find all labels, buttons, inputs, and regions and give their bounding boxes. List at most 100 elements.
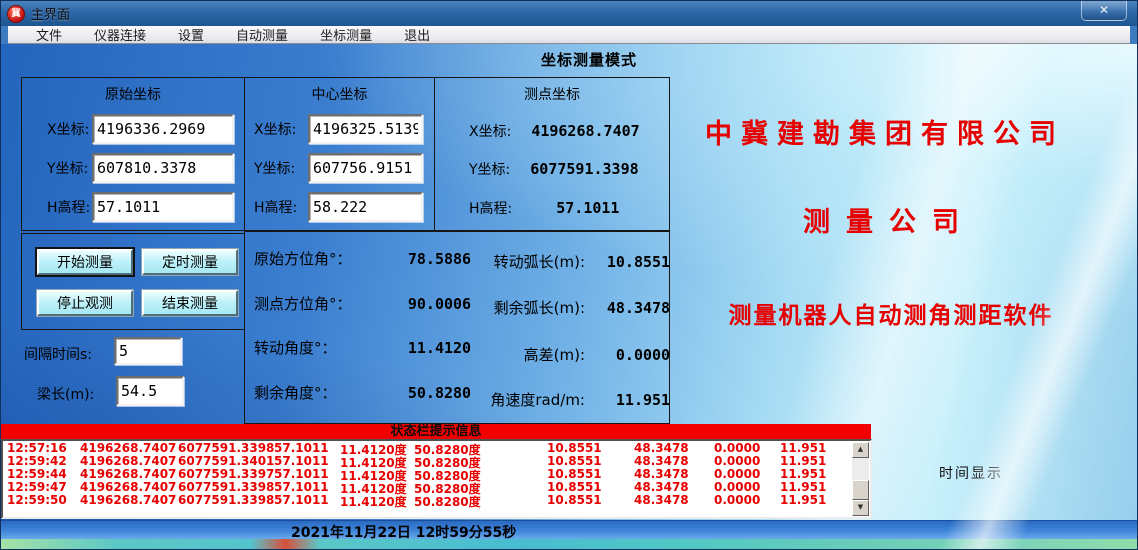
menu-bar: 文件 仪器连接 设置 自动测量 坐标测量 退出 [8, 26, 1130, 44]
beam-length-label: 梁长(m): [37, 384, 94, 404]
point-x-value: 4196268.7407 [531, 122, 639, 140]
point-h-value: 57.1011 [556, 199, 619, 217]
status-cell: 12:57:16 [7, 441, 80, 455]
status-cell: 11.4120度 [340, 493, 414, 510]
status-cell: 57.1011 [274, 493, 340, 507]
original-x-label: X坐标: [47, 119, 89, 139]
status-cell: 6077591.3397 [178, 467, 274, 481]
app-icon: 冀 [7, 5, 25, 23]
center-h-input[interactable] [308, 192, 423, 222]
status-cell: 0.0000 [714, 493, 780, 507]
date-bar: 2021年11月22日 12时59分55秒 [1, 520, 1138, 539]
menu-item-coord-measure[interactable]: 坐标测量 [320, 25, 372, 44]
original-y-label: Y坐标: [47, 158, 88, 178]
panel-title: 中心坐标 [245, 84, 434, 104]
status-cell: 12:59:44 [7, 467, 80, 481]
status-cell: 4196268.7407 [80, 441, 178, 455]
remaining-arc-label: 剩余弧长(m): [455, 297, 585, 318]
angles-panel: 原始方位角°： 78.5886 测点方位角°： 90.0006 转动角度°： 1… [244, 231, 670, 424]
status-cell: 10.8551 [547, 493, 634, 507]
menu-item-file[interactable]: 文件 [36, 25, 62, 44]
status-row[interactable]: 12:59:444196268.74076077591.339757.1011 1… [3, 467, 870, 480]
end-measure-button[interactable]: 结束测量 [142, 290, 238, 316]
menu-item-settings[interactable]: 设置 [178, 25, 204, 44]
status-cell: 57.1011 [274, 454, 340, 468]
point-h-label: H高程: [469, 198, 512, 218]
rotation-arc-value: 10.8551 [590, 253, 670, 271]
center-y-input[interactable] [308, 153, 423, 183]
center-h-label: H高程: [254, 197, 297, 217]
window-title: 主界面 [31, 4, 70, 23]
client-area: 坐标测量模式 原始坐标 X坐标: Y坐标: H高程: 中心坐标 X坐标: [1, 44, 1138, 550]
center-x-input[interactable] [308, 114, 423, 144]
status-cell: 4196268.7407 [80, 467, 178, 481]
status-cell: 12:59:50 [7, 493, 80, 507]
status-cell: 0.0000 [714, 441, 780, 455]
status-cell: 57.1011 [274, 467, 340, 481]
point-x-label: X坐标: [469, 121, 511, 141]
status-row[interactable]: 12:59:424196268.74076077591.340157.10111… [3, 454, 870, 467]
status-cell: 48.3478 [634, 493, 714, 507]
status-cell: 6077591.3398 [178, 480, 274, 494]
status-row[interactable]: 12:59:504196268.74076077591.339857.10111… [3, 493, 870, 506]
status-cell: 10.8551 [547, 467, 634, 481]
status-cell: 11.951 [780, 493, 835, 507]
center-coords-panel: 中心坐标 X坐标: Y坐标: H高程: [244, 77, 435, 231]
height-diff-label: 高差(m): [455, 344, 585, 365]
angular-speed-value: 11.951 [590, 391, 670, 409]
menu-item-instrument-connect[interactable]: 仪器连接 [94, 25, 146, 44]
measure-buttons-group: 开始测量 定时测量 停止观测 结束测量 [21, 233, 245, 330]
beam-length-input[interactable] [116, 376, 184, 406]
close-button[interactable]: ✕ [1081, 1, 1127, 21]
status-cell: 57.1011 [274, 441, 340, 455]
status-cell: 11.951 [780, 467, 835, 481]
status-cell: 48.3478 [634, 454, 714, 468]
status-cell: 11.951 [780, 480, 835, 494]
original-y-input[interactable] [92, 153, 234, 183]
start-measure-button[interactable]: 开始测量 [37, 249, 133, 275]
timed-measure-button[interactable]: 定时测量 [142, 249, 238, 275]
scroll-down-icon[interactable]: ▼ [852, 500, 869, 516]
remaining-angle-label: 剩余角度°： [254, 382, 380, 403]
status-cell: 48.3478 [634, 480, 714, 494]
scroll-up-icon[interactable]: ▲ [852, 442, 869, 458]
menu-item-auto-measure[interactable]: 自动测量 [236, 25, 288, 44]
mode-heading: 坐标测量模式 [439, 49, 739, 70]
status-cell: 4196268.7407 [80, 454, 178, 468]
status-cell: 50.8280度 [414, 493, 547, 510]
center-y-label: Y坐标: [254, 158, 295, 178]
main-window: 冀 主界面 ✕ 文件 仪器连接 设置 自动测量 坐标测量 退出 坐标测量模式 原… [0, 0, 1138, 550]
point-azimuth-label: 测点方位角°： [254, 293, 380, 314]
status-cell: 6077591.3398 [178, 441, 274, 455]
original-h-label: H高程: [47, 197, 90, 217]
status-cell: 10.8551 [547, 454, 634, 468]
status-cell: 0.0000 [714, 454, 780, 468]
interval-input[interactable] [114, 337, 182, 365]
height-diff-value: 0.0000 [590, 346, 670, 364]
desktop-strip [1, 539, 1138, 550]
brand-software-line: 测量机器人自动测角测距软件 [663, 296, 1119, 330]
point-y-label: Y坐标: [469, 159, 510, 179]
original-h-input[interactable] [92, 192, 234, 222]
stop-observe-button[interactable]: 停止观测 [37, 290, 133, 316]
point-y-value: 6077591.3398 [530, 160, 638, 178]
panel-title: 原始坐标 [22, 84, 244, 104]
scrollbar-thumb[interactable] [852, 480, 869, 500]
status-row[interactable]: 12:59:474196268.74076077591.339857.10111… [3, 480, 870, 493]
status-cell: 4196268.7407 [80, 493, 178, 507]
status-cell: 57.1011 [274, 480, 340, 494]
original-x-input[interactable] [92, 114, 234, 144]
time-display-label: 时间显示 [939, 463, 1003, 483]
menu-item-exit[interactable]: 退出 [404, 25, 430, 44]
status-cell: 11.951 [780, 441, 835, 455]
status-rows: 12:57:164196268.74076077591.339857.10111… [3, 441, 870, 506]
status-cell: 12:59:42 [7, 454, 80, 468]
status-cell: 11.951 [780, 454, 835, 468]
title-bar: 冀 主界面 ✕ [1, 1, 1137, 26]
status-cell: 12:59:47 [7, 480, 80, 494]
angular-speed-label: 角速度rad/m: [455, 389, 585, 410]
status-cell: 0.0000 [714, 480, 780, 494]
status-row[interactable]: 12:57:164196268.74076077591.339857.1011 1… [3, 441, 870, 454]
status-scrollbar[interactable]: ▲ ▼ [852, 442, 869, 516]
status-list[interactable]: 12:57:164196268.74076077591.339857.10111… [1, 439, 872, 519]
